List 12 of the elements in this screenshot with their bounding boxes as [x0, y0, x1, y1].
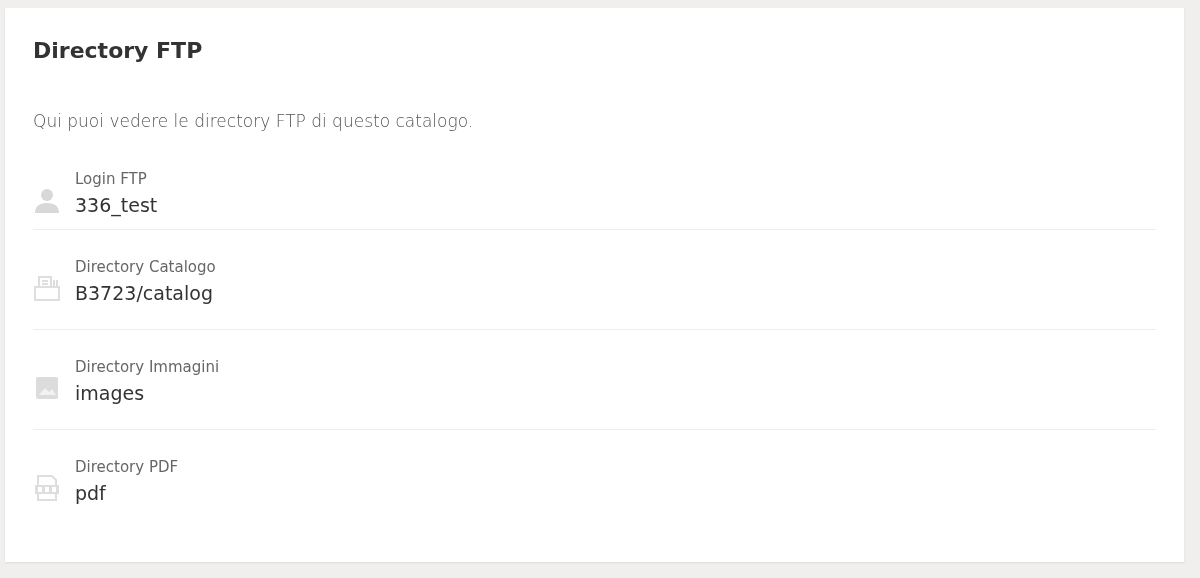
field-value: pdf	[75, 482, 107, 504]
field-value: B3723/catalog	[75, 281, 214, 304]
field-label: Directory PDF	[75, 458, 179, 476]
card-title: Directory FTP	[33, 37, 204, 65]
folder-icon	[33, 273, 61, 302]
pdf-file-icon	[33, 474, 61, 502]
field-label: Directory Catalogo	[75, 257, 216, 276]
field-value: images	[75, 381, 146, 404]
field-value: 336_test	[75, 193, 158, 216]
description: Qui puoi vedere le directory FTP di questo catalogo.	[33, 110, 475, 133]
field-label: Directory Immagini	[75, 357, 220, 376]
field-label: Login FTP	[75, 169, 148, 188]
